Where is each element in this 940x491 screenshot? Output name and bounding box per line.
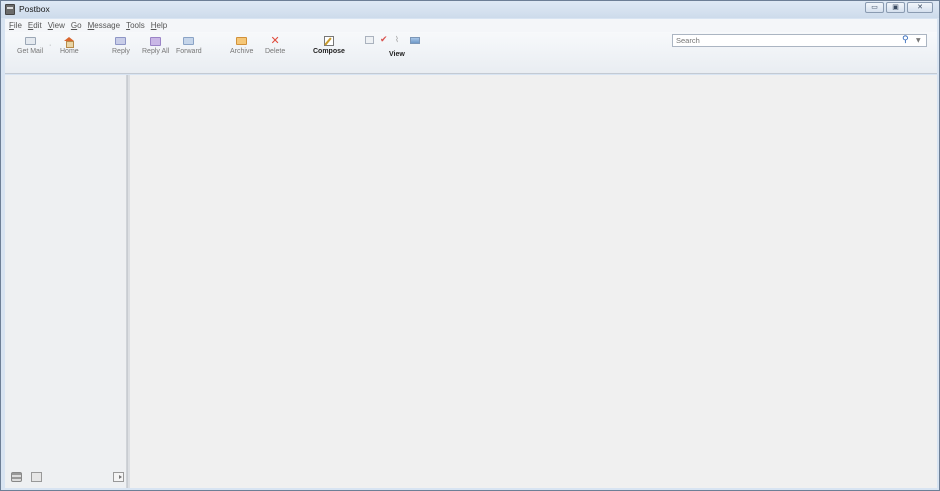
reply-all-button[interactable]: Reply All: [142, 36, 169, 55]
search-input[interactable]: [676, 35, 902, 46]
flagged-filter-icon[interactable]: ✔: [380, 36, 389, 45]
reply-button[interactable]: Reply: [112, 36, 130, 55]
minimize-button[interactable]: ▭: [865, 2, 884, 13]
reply-all-icon: [150, 36, 162, 46]
menu-message[interactable]: Message: [88, 21, 120, 30]
menu-go[interactable]: Go: [71, 21, 82, 30]
menu-help[interactable]: Help: [151, 21, 167, 30]
forward-label: Forward: [176, 48, 202, 55]
get-mail-icon: [24, 36, 36, 46]
archive-button[interactable]: Archive: [230, 36, 253, 55]
get-mail-dropdown[interactable]: ·: [49, 42, 51, 49]
content-pane[interactable]: [130, 75, 937, 488]
reply-all-label: Reply All: [142, 48, 170, 55]
postbox-app-icon: [5, 4, 15, 15]
get-mail-button[interactable]: Get Mail: [17, 36, 43, 55]
toggle-panel-icon[interactable]: [113, 472, 124, 482]
archive-label: Archive: [230, 48, 254, 55]
home-icon: [64, 36, 75, 48]
view-label: View: [389, 51, 405, 58]
view-toggle-group: ✔ ⌇ View: [365, 36, 425, 58]
window-controls: ▭ ▣ ✕: [865, 2, 933, 13]
menu-file[interactable]: File: [9, 21, 22, 30]
app-window: Postbox ▭ ▣ ✕ File Edit View Go Message …: [0, 0, 940, 491]
notes-icon[interactable]: [31, 472, 42, 482]
archive-icon: [236, 36, 248, 46]
delete-icon: ✕: [270, 34, 280, 47]
menu-edit[interactable]: Edit: [28, 21, 42, 30]
main-toolbar: Get Mail · Home Reply Reply All Forward …: [5, 32, 937, 74]
menu-bar: File Edit View Go Message Tools Help: [5, 19, 937, 32]
title-bar: Postbox ▭ ▣ ✕: [1, 1, 939, 18]
attachment-filter-icon[interactable]: ⌇: [395, 36, 404, 44]
unread-filter-icon[interactable]: [365, 36, 374, 44]
search-options-dropdown[interactable]: ▼: [916, 37, 926, 44]
menu-tools[interactable]: Tools: [126, 21, 145, 30]
get-mail-label: Get Mail: [17, 48, 44, 55]
compose-icon: [323, 36, 334, 46]
images-filter-icon[interactable]: [410, 36, 420, 44]
home-button[interactable]: Home: [60, 36, 79, 55]
reply-label: Reply: [112, 48, 130, 55]
compose-button[interactable]: Compose: [313, 36, 345, 55]
reply-icon: [115, 36, 127, 46]
search-icon[interactable]: ⚲: [902, 35, 916, 46]
window-title: Postbox: [19, 4, 50, 14]
menu-view[interactable]: View: [48, 21, 65, 30]
search-box: ⚲ ▼: [672, 34, 927, 47]
forward-button[interactable]: Forward: [176, 36, 202, 55]
forward-icon: [183, 36, 195, 46]
delete-button[interactable]: ✕ Delete: [265, 34, 286, 55]
folder-pane[interactable]: [5, 75, 127, 488]
compose-label: Compose: [313, 48, 345, 55]
close-button[interactable]: ✕: [907, 2, 933, 13]
accounts-icon[interactable]: [11, 472, 22, 482]
delete-label: Delete: [265, 48, 286, 55]
home-label: Home: [60, 48, 79, 55]
maximize-button[interactable]: ▣: [886, 2, 905, 13]
